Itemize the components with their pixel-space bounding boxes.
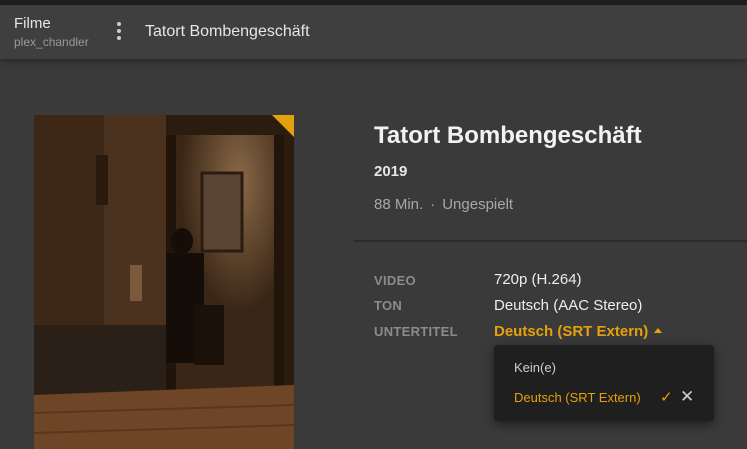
subtitle-option-none[interactable]: Kein(e) <box>514 360 556 375</box>
movie-year[interactable]: 2019 <box>374 163 407 180</box>
audio-label: TON <box>374 298 403 313</box>
caret-up-icon <box>654 328 663 333</box>
check-icon: ✓ <box>660 389 673 406</box>
subtitle-select-value[interactable]: Deutsch (SRT Extern) <box>494 323 648 340</box>
poster-image <box>34 115 294 449</box>
movie-duration: 88 Min. <box>374 196 424 213</box>
subtitle-dropdown: Kein(e) Deutsch (SRT Extern) ✓ ✕ <box>494 345 714 421</box>
server-user: plex_chandler <box>14 35 89 49</box>
close-icon[interactable]: ✕ <box>680 387 694 407</box>
subtitle-select[interactable]: Deutsch (SRT Extern) <box>494 323 663 340</box>
library-title[interactable]: Filme <box>14 15 51 32</box>
meta-separator: · <box>430 196 436 213</box>
movie-poster[interactable] <box>34 115 294 449</box>
section-divider <box>354 240 747 242</box>
more-vertical-icon[interactable] <box>112 19 126 43</box>
subtitle-option-german-srt[interactable]: Deutsch (SRT Extern) <box>514 390 641 405</box>
movie-meta: 88 Min. · Ungespielt <box>374 196 513 213</box>
video-value: 720p (H.264) <box>494 271 582 288</box>
subtitle-label: UNTERTITEL <box>374 324 458 339</box>
watch-status: Ungespielt <box>442 196 514 213</box>
breadcrumb-title: Tatort Bombengeschäft <box>145 23 310 40</box>
audio-select[interactable]: Deutsch (AAC Stereo) <box>494 297 642 314</box>
top-bar: Filme plex_chandler Tatort Bombengeschäf… <box>0 5 747 59</box>
unwatched-corner-badge <box>272 115 294 137</box>
movie-title: Tatort Bombengeschäft <box>374 122 642 149</box>
video-label: VIDEO <box>374 273 416 288</box>
